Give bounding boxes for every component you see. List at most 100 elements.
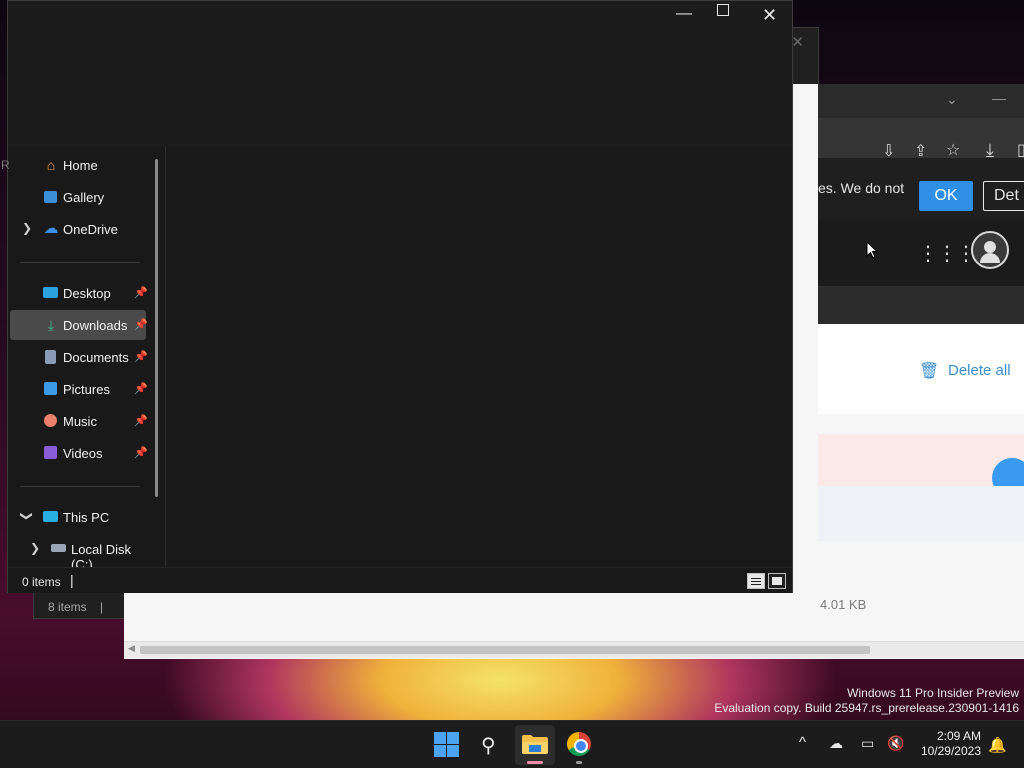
nav-label: Desktop bbox=[63, 286, 111, 301]
nav-separator bbox=[20, 262, 140, 263]
maximize-button[interactable] bbox=[717, 4, 729, 16]
horizontal-scrollbar[interactable]: ◀ bbox=[124, 641, 1024, 658]
file-explorer-window[interactable]: — ✕ ⌂ Home Gallery ❯ ☁ OneDrive Desktop … bbox=[7, 0, 793, 593]
nav-item-local-disk[interactable]: ❯ Local Disk (C:) bbox=[18, 534, 154, 572]
background-item-count: 8 items bbox=[48, 600, 87, 614]
weather-icon[interactable]: ☁ bbox=[829, 735, 843, 752]
nav-label: Pictures bbox=[63, 382, 110, 397]
network-icon[interactable]: ▭ bbox=[861, 735, 874, 752]
nav-item-music[interactable]: Music 📌 bbox=[10, 406, 148, 436]
running-indicator bbox=[527, 761, 543, 764]
clock-time: 2:09 AM bbox=[936, 729, 981, 743]
nav-label: Downloads bbox=[63, 318, 128, 333]
avatar-body bbox=[980, 253, 1000, 263]
pictures-icon bbox=[44, 382, 57, 395]
nav-item-downloads[interactable]: ⤓ Downloads 📌 bbox=[10, 310, 148, 340]
nav-label: OneDrive bbox=[63, 222, 118, 237]
nav-item-onedrive[interactable]: ❯ ☁ OneDrive bbox=[10, 214, 146, 244]
pin-icon[interactable]: 📌 bbox=[134, 446, 148, 459]
scrollbar-thumb[interactable] bbox=[140, 646, 870, 654]
pin-icon[interactable]: 📌 bbox=[134, 382, 148, 395]
explorer-status-bar: 0 items | bbox=[8, 567, 792, 593]
nav-item-videos[interactable]: Videos 📌 bbox=[10, 438, 148, 468]
chevron-down-icon[interactable]: ❯ bbox=[20, 511, 34, 521]
nav-item-gallery[interactable]: Gallery bbox=[10, 182, 146, 212]
nav-scrollbar[interactable] bbox=[155, 159, 158, 497]
background-status-bar: 8 items | bbox=[48, 600, 103, 614]
delete-all-link[interactable]: Delete all bbox=[948, 362, 1011, 379]
mouse-cursor-icon bbox=[866, 241, 878, 259]
home-icon: ⌂ bbox=[46, 157, 56, 173]
nav-label: Videos bbox=[63, 446, 103, 461]
nav-item-desktop[interactable]: Desktop 📌 bbox=[10, 278, 148, 308]
pane-divider bbox=[165, 147, 166, 567]
videos-icon bbox=[44, 446, 57, 459]
watermark-line-2: Evaluation copy. Build 25947.rs_prerelea… bbox=[714, 701, 1019, 715]
this-pc-icon bbox=[43, 511, 58, 522]
site-sub-bar bbox=[818, 286, 1024, 324]
trash-icon[interactable]: 🗑 bbox=[919, 361, 939, 381]
music-icon bbox=[44, 414, 57, 427]
running-indicator bbox=[576, 761, 582, 764]
chevron-right-icon[interactable]: ❯ bbox=[22, 221, 32, 235]
nav-separator bbox=[20, 486, 140, 487]
nav-label: This PC bbox=[63, 510, 110, 525]
item-count: 0 items bbox=[22, 575, 61, 589]
notification-bell-icon[interactable]: 🔔 bbox=[988, 736, 1007, 754]
watermark-line-1: Windows 11 Pro Insider Preview bbox=[847, 686, 1019, 700]
install-app-icon[interactable]: ⇩ bbox=[882, 141, 895, 161]
gallery-icon bbox=[44, 191, 57, 203]
apps-grid-icon[interactable]: ⋮⋮⋮ bbox=[918, 241, 976, 266]
window-edge-text: R bbox=[1, 158, 10, 172]
tiles-view-button[interactable] bbox=[768, 573, 786, 589]
downloads-icon: ⤓ bbox=[47, 317, 55, 333]
nav-label: Gallery bbox=[63, 190, 105, 205]
pin-icon[interactable]: 📌 bbox=[134, 286, 148, 299]
downloads-icon[interactable]: ⤓ bbox=[986, 140, 994, 161]
details-view-button[interactable] bbox=[747, 573, 765, 589]
cookie-ok-button[interactable]: OK bbox=[919, 181, 973, 211]
search-icon[interactable]: ⚲ bbox=[481, 733, 496, 758]
close-button[interactable]: ✕ bbox=[762, 5, 777, 26]
desktop-icon bbox=[43, 287, 58, 298]
pin-icon[interactable]: 📌 bbox=[134, 414, 148, 427]
volume-muted-icon[interactable]: 🔇 bbox=[887, 735, 904, 752]
status-divider: | bbox=[70, 572, 74, 588]
profile-avatar[interactable] bbox=[971, 231, 1009, 269]
drive-icon bbox=[51, 544, 66, 552]
chrome-icon[interactable] bbox=[567, 732, 591, 756]
chrome-icon-center bbox=[574, 739, 588, 753]
cookie-banner-text: es. We do not bbox=[818, 180, 905, 196]
file-size: 4.01 KB bbox=[820, 597, 867, 612]
documents-icon bbox=[45, 350, 56, 364]
show-hidden-icons-icon[interactable]: ^ bbox=[799, 734, 806, 751]
chrome-minimize-button[interactable]: — bbox=[992, 90, 1006, 106]
minimize-button[interactable]: — bbox=[676, 5, 692, 23]
nav-label: Documents bbox=[63, 350, 129, 365]
nav-label: Home bbox=[63, 158, 98, 173]
nav-item-pictures[interactable]: Pictures 📌 bbox=[10, 374, 148, 404]
nav-label: Music bbox=[63, 414, 97, 429]
pin-icon[interactable]: 📌 bbox=[134, 318, 148, 331]
clock-date: 10/29/2023 bbox=[920, 744, 981, 758]
pin-icon[interactable]: 📌 bbox=[134, 350, 148, 363]
file-row[interactable] bbox=[818, 486, 1024, 541]
explorer-header bbox=[8, 1, 792, 147]
status-divider: | bbox=[100, 600, 104, 614]
bookmark-star-icon[interactable]: ☆ bbox=[946, 140, 960, 160]
chevron-right-icon[interactable]: ❯ bbox=[30, 541, 40, 555]
share-icon[interactable]: ⇪ bbox=[914, 141, 927, 161]
background-close-button[interactable]: ✕ bbox=[791, 33, 804, 51]
clock[interactable]: 2:09 AM 10/29/2023 bbox=[915, 729, 981, 759]
file-explorer-icon bbox=[522, 735, 548, 754]
cookie-details-button[interactable]: Det bbox=[983, 181, 1024, 211]
tab-search-chevron-icon[interactable]: ⌄ bbox=[946, 91, 958, 108]
start-icon[interactable] bbox=[434, 732, 460, 758]
avatar-head bbox=[984, 241, 996, 253]
scroll-left-arrow-icon[interactable]: ◀ bbox=[128, 643, 135, 654]
nav-item-documents[interactable]: Documents 📌 bbox=[10, 342, 148, 372]
nav-item-this-pc[interactable]: ❯ This PC bbox=[10, 502, 146, 532]
onedrive-cloud-icon: ☁ bbox=[43, 220, 59, 237]
side-panel-icon[interactable]: ▯ bbox=[1017, 140, 1024, 160]
nav-item-home[interactable]: ⌂ Home bbox=[10, 150, 146, 180]
